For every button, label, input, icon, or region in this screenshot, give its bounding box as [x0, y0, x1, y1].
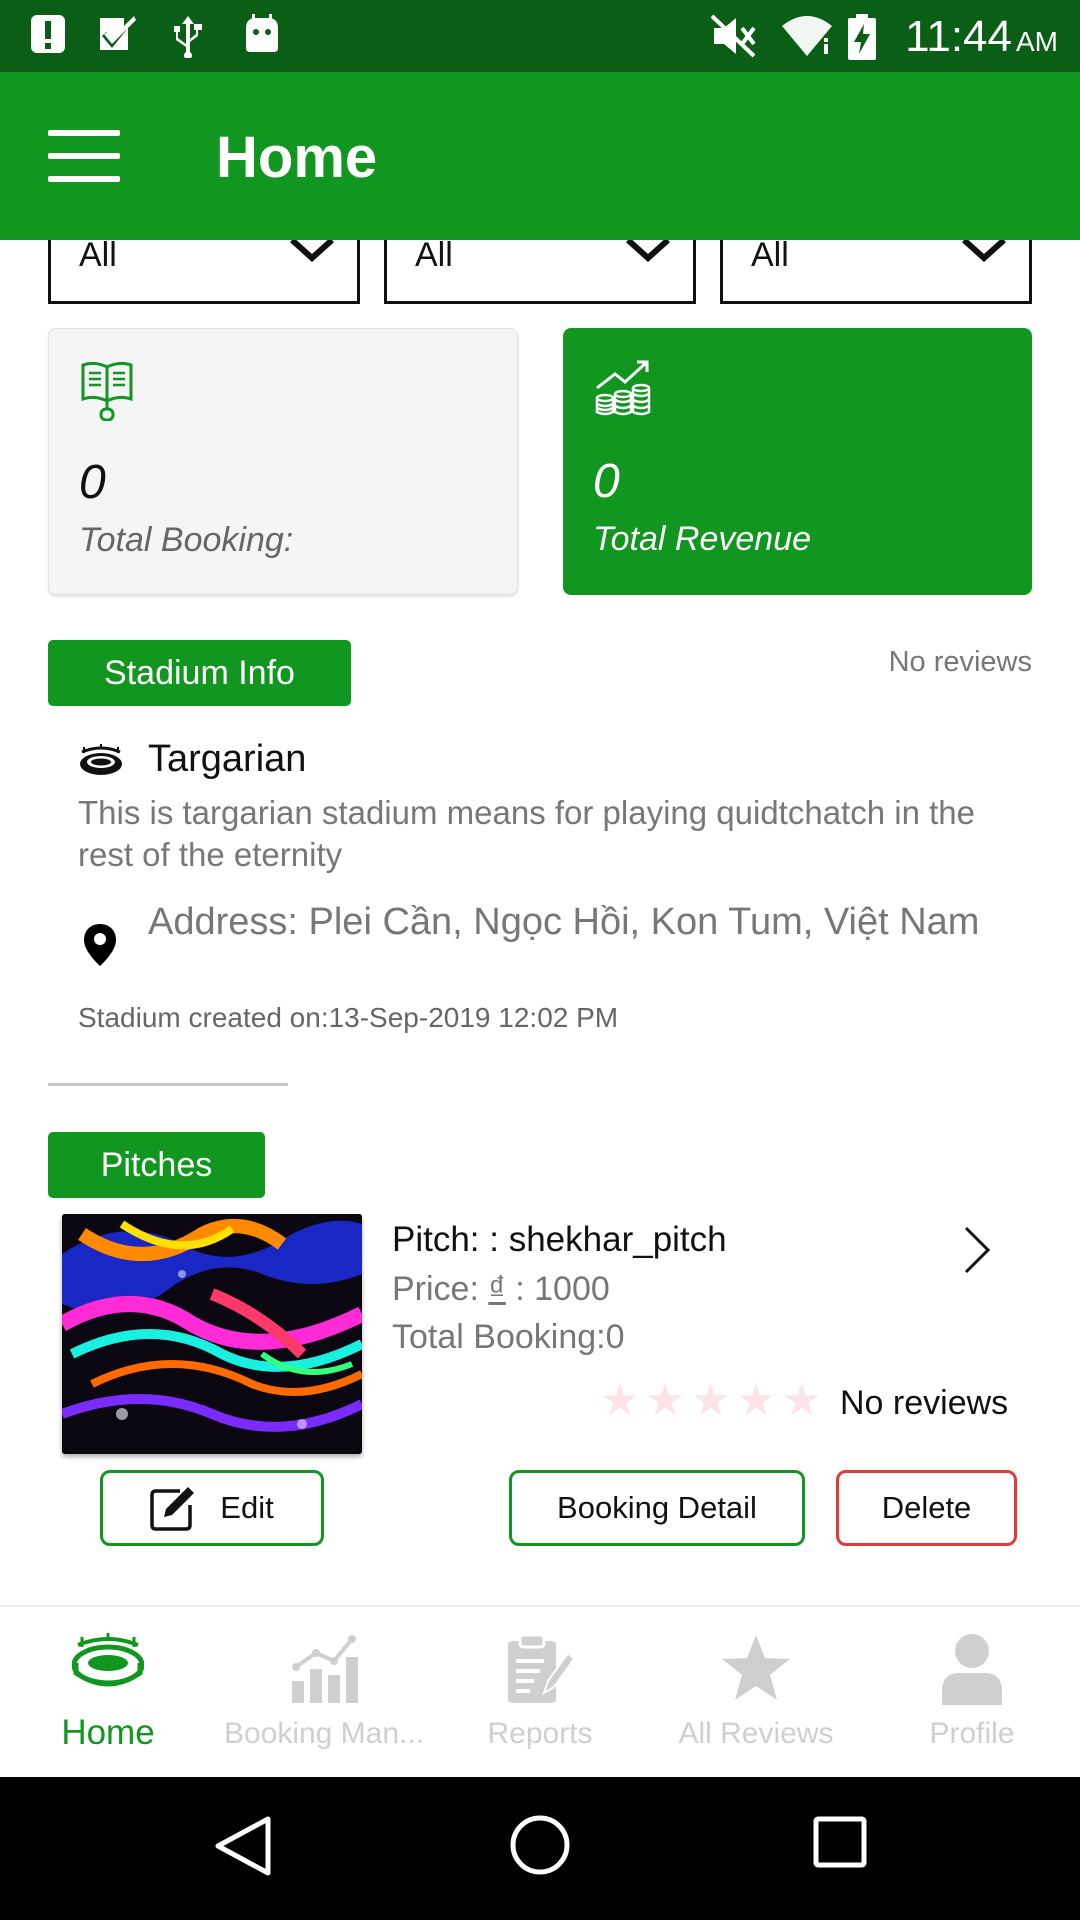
stadium-icon — [80, 744, 122, 775]
nav-label-reports: Reports — [487, 1717, 593, 1750]
nav-item-booking-management[interactable]: Booking Man... — [216, 1607, 432, 1779]
total-revenue-card: 0 Total Revenue — [563, 328, 1032, 595]
usb-icon — [174, 16, 202, 58]
stadium-address: Address: Plei Cần, Ngọc Hồi, Kon Tum, Vi… — [148, 901, 980, 943]
filter-dropdown-2[interactable]: All — [384, 236, 696, 304]
total-booking-card: 0 Total Booking: — [48, 328, 518, 595]
page-title: Home — [216, 125, 378, 190]
mute-icon — [710, 14, 756, 58]
status-bar: 11:44 AM — [0, 0, 1080, 72]
filter-value: All — [751, 236, 789, 274]
delete-button[interactable]: Delete — [836, 1470, 1017, 1546]
star-icon: ★ — [736, 1376, 776, 1425]
star-icon: ★ — [645, 1376, 685, 1425]
star-icon: ★ — [781, 1376, 822, 1425]
stadium-reviews-text: No reviews — [888, 646, 1032, 678]
home-circle-icon[interactable] — [508, 1813, 572, 1877]
chevron-down-icon — [625, 240, 671, 262]
nav-item-reports[interactable]: Reports — [432, 1607, 648, 1779]
pitch-thumbnail-art — [62, 1214, 362, 1454]
pitch-name: Pitch: : shekhar_pitch — [392, 1220, 727, 1259]
rating-stars: ★ ★ ★ ★ ★ — [600, 1378, 821, 1424]
nav-label-booking-management: Booking Man... — [223, 1717, 425, 1750]
currency-symbol: ₫ — [488, 1270, 506, 1308]
bottom-navigation: Home Booking Man... Reports All Reviews — [0, 1605, 1080, 1777]
edit-button[interactable]: Edit — [100, 1470, 324, 1546]
stadium-created-date: Stadium created on:13-Sep-2019 12:02 PM — [78, 1002, 619, 1033]
check-box-icon — [100, 16, 136, 50]
person-icon — [942, 1634, 1002, 1705]
nav-item-profile[interactable]: Profile — [864, 1607, 1080, 1779]
star-icon: ★ — [600, 1376, 640, 1425]
nav-item-all-reviews[interactable]: All Reviews — [648, 1607, 864, 1779]
nav-item-home[interactable]: Home — [0, 1607, 216, 1779]
nav-label-all-reviews: All Reviews — [678, 1717, 834, 1750]
star-icon: ★ — [690, 1376, 731, 1425]
pitch-total-booking: Total Booking:0 — [392, 1318, 625, 1356]
filter-value: All — [415, 236, 453, 274]
android-icon — [246, 14, 278, 52]
chevron-down-icon — [289, 240, 335, 262]
total-booking-label: Total Booking: — [79, 521, 294, 559]
booking-detail-button[interactable]: Booking Detail — [509, 1470, 805, 1546]
edit-label: Edit — [220, 1490, 274, 1525]
bar-chart-icon — [292, 1635, 358, 1703]
hamburger-menu-icon[interactable] — [48, 130, 120, 182]
time-text: 11:44 — [905, 12, 1012, 61]
filter-dropdown-1[interactable]: All — [48, 236, 360, 304]
price-prefix: Price: — [392, 1270, 489, 1308]
stadium-info-label: Stadium Info — [48, 640, 351, 706]
revenue-coins-icon — [595, 360, 651, 416]
wifi-icon — [782, 16, 832, 56]
chevron-right-icon[interactable] — [960, 1224, 994, 1276]
back-triangle-icon[interactable] — [210, 1813, 276, 1879]
delete-label: Delete — [881, 1490, 972, 1525]
pitch-price: Price: ₫ : 1000 — [392, 1270, 610, 1309]
nav-label-home: Home — [61, 1713, 155, 1752]
pitch-image[interactable] — [62, 1214, 362, 1454]
pitch-reviews-text: No reviews — [840, 1384, 1009, 1422]
total-booking-value: 0 — [79, 456, 106, 509]
nav-label-profile: Profile — [929, 1717, 1015, 1750]
filter-value: All — [79, 236, 117, 274]
booking-book-icon — [81, 361, 133, 421]
section-divider — [48, 1083, 288, 1086]
total-revenue-label: Total Revenue — [593, 520, 812, 558]
stadium-name: Targarian — [148, 738, 307, 780]
chevron-down-icon — [961, 240, 1007, 262]
stadium-description: This is targarian stadium means for play… — [78, 794, 975, 873]
star-icon — [722, 1635, 790, 1700]
stadium-icon — [72, 1633, 144, 1687]
edit-icon — [150, 1487, 195, 1531]
pitches-label: Pitches — [48, 1132, 265, 1198]
status-time: 11:44 AM — [905, 12, 1058, 62]
battery-charging-icon — [848, 14, 876, 60]
booking-detail-label: Booking Detail — [557, 1490, 757, 1525]
clipboard-icon — [508, 1633, 576, 1703]
ampm-text: AM — [1016, 26, 1058, 57]
filter-dropdown-3[interactable]: All — [720, 236, 1032, 304]
total-revenue-value: 0 — [593, 455, 620, 508]
system-navigation-bar — [0, 1777, 1080, 1920]
alert-icon — [31, 15, 65, 53]
price-value: : 1000 — [505, 1270, 610, 1308]
app-bar: Home — [0, 72, 1080, 240]
recents-square-icon[interactable] — [812, 1813, 868, 1869]
location-pin-icon — [84, 924, 116, 966]
